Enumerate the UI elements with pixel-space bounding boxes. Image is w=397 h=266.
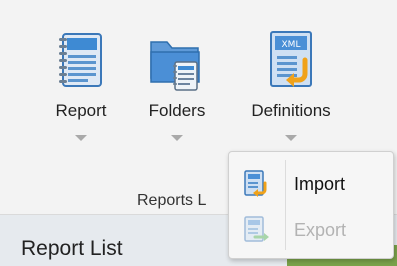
export-icon (241, 215, 271, 245)
report-button-label: Report (55, 101, 107, 120)
menu-item-export[interactable]: Export (229, 206, 393, 252)
definitions-button-label: Definitions (251, 101, 331, 120)
ribbon-group-label: Reports L (137, 192, 207, 209)
report-button[interactable]: Report (40, 18, 122, 153)
folders-button-label: Folders (148, 101, 206, 120)
folders-icon (147, 28, 207, 98)
svg-text:XML: XML (282, 40, 301, 50)
ribbon-toolbar: Report Folders XML Definitions Reports L… (0, 0, 397, 266)
import-icon (241, 169, 271, 199)
definitions-button[interactable]: XML Definitions (228, 18, 354, 153)
menu-item-label: Import (294, 174, 346, 194)
menu-item-import[interactable]: Import (229, 160, 393, 206)
folders-button[interactable]: Folders (131, 18, 223, 153)
definitions-dropdown-menu: Import Export (228, 151, 394, 259)
menu-item-label: Export (294, 220, 347, 240)
chevron-down-icon[interactable] (285, 135, 297, 141)
chevron-down-icon[interactable] (171, 135, 183, 141)
xml-definitions-icon: XML (261, 28, 321, 98)
report-document-icon (51, 28, 111, 98)
chevron-down-icon[interactable] (75, 135, 87, 141)
panel-title: Report List (21, 237, 123, 260)
